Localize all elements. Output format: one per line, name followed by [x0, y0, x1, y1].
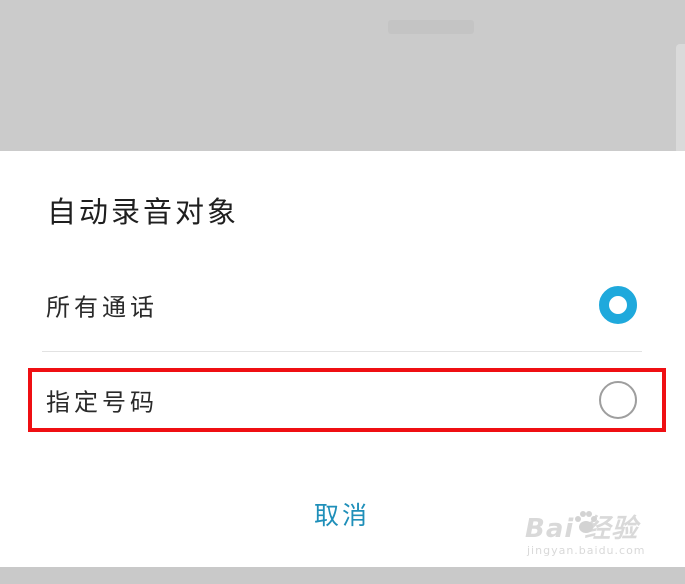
radio-selected-icon[interactable]	[599, 286, 637, 324]
option-all-calls[interactable]: 所有通话	[0, 257, 685, 353]
red-highlight-annotation	[28, 368, 666, 432]
dialog-title: 自动录音对象	[47, 195, 240, 229]
background-side-panel	[676, 44, 685, 154]
background-title-placeholder	[388, 20, 474, 34]
auto-record-target-dialog: 自动录音对象 所有通话 指定号码 取消	[0, 151, 685, 567]
option-all-calls-label: 所有通话	[46, 293, 158, 322]
bottom-backdrop-strip	[0, 567, 685, 584]
cancel-button[interactable]: 取消	[282, 486, 402, 542]
